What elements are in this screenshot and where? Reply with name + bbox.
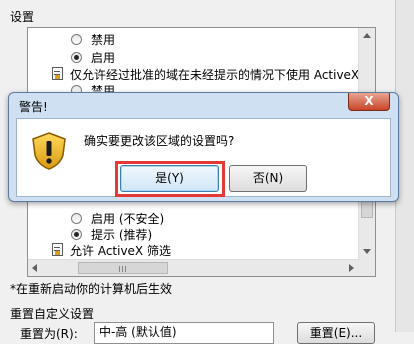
dialog-body: 确实要更改该区域的设置吗? 是(Y) 否(N) bbox=[16, 118, 391, 197]
settings-document-icon bbox=[52, 243, 63, 256]
option-label: 禁用 bbox=[91, 33, 116, 47]
radio-button-selected[interactable] bbox=[71, 229, 82, 240]
horizontal-scrollbar[interactable] bbox=[28, 259, 359, 276]
horizontal-scroll-thumb[interactable] bbox=[78, 262, 168, 274]
dialog-message: 确实要更改该区域的设置吗? bbox=[84, 134, 235, 148]
restart-note: *在重新启动你的计算机后生效 bbox=[10, 282, 173, 296]
radio-button-selected[interactable] bbox=[71, 52, 82, 63]
yes-button[interactable]: 是(Y) bbox=[120, 165, 219, 192]
reset-level-value: 中-高 (默认值) bbox=[99, 325, 177, 339]
radio-button[interactable] bbox=[71, 213, 82, 224]
scroll-down-arrow-icon[interactable] bbox=[363, 249, 371, 254]
reset-level-select[interactable]: 中-高 (默认值) bbox=[94, 322, 274, 344]
option-label: 启用 (不安全) bbox=[91, 212, 165, 226]
no-button[interactable]: 否(N) bbox=[229, 165, 307, 192]
option-label: 启用 bbox=[91, 51, 116, 65]
scroll-right-arrow-icon[interactable] bbox=[349, 264, 354, 272]
close-icon: X bbox=[364, 94, 374, 108]
settings-document-icon bbox=[52, 67, 63, 80]
warning-dialog: 警告! X 确实要更改该区域的设置吗? 是(Y) 否(N) bbox=[8, 92, 399, 202]
close-button[interactable]: X bbox=[348, 93, 390, 111]
reset-to-label: 重置为(R): bbox=[20, 327, 78, 341]
category-label: 仅允许经过批准的域在未经提示的情况下使用 ActiveX bbox=[70, 68, 360, 82]
reset-group-title: 重置自定义设置 bbox=[10, 307, 95, 321]
scroll-left-arrow-icon[interactable] bbox=[32, 264, 37, 272]
radio-button[interactable] bbox=[71, 34, 82, 45]
option-label: 提示 (推荐) bbox=[91, 228, 153, 242]
scrollbar-corner bbox=[358, 259, 375, 276]
warning-shield-icon bbox=[32, 132, 66, 170]
reset-button[interactable]: 重置(E)... bbox=[297, 322, 375, 344]
scroll-up-arrow-icon[interactable] bbox=[363, 33, 371, 38]
dialog-title-bar[interactable]: 警告! X bbox=[9, 93, 398, 117]
settings-group-title: 设置 bbox=[10, 10, 35, 24]
category-label: 允许 ActiveX 筛选 bbox=[70, 244, 171, 258]
dialog-title: 警告! bbox=[19, 100, 48, 114]
